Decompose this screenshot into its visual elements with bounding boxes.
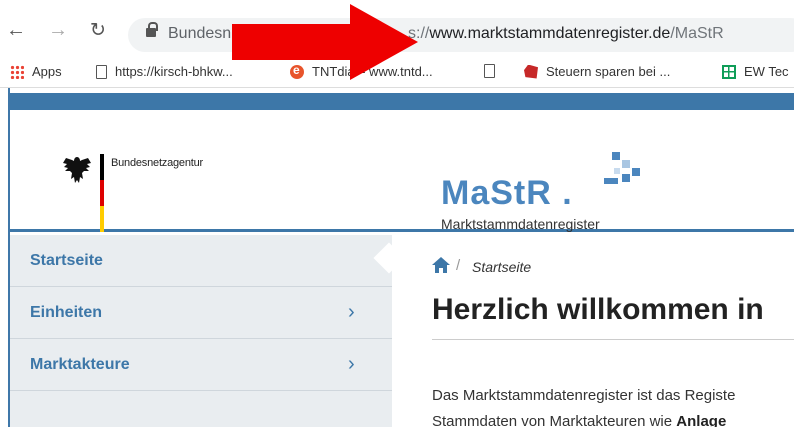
bookmark-kirsch[interactable]: https://kirsch-bhkw... [96, 64, 233, 79]
sidebar-item-einheiten[interactable]: Einheiten › [10, 287, 392, 339]
home-icon[interactable] [432, 257, 450, 273]
sidebar-item-label: Startseite [30, 252, 103, 269]
chevron-right-icon: › [348, 353, 355, 375]
top-band [10, 93, 794, 110]
sidebar-nav: Startseite Einheiten › Marktakteure › [10, 235, 405, 427]
bookmark-label: Steuern sparen bei ... [546, 64, 671, 79]
breadcrumb: Startseite [472, 259, 532, 275]
annotation-arrow-icon [232, 4, 418, 80]
sidebar-item-label: Marktakteure [30, 356, 130, 373]
web-page: Bundesnetzagentur MaStR . Marktstammdate… [8, 88, 794, 427]
divider [432, 339, 794, 340]
bookmark-label: Apps [32, 64, 62, 79]
bookmark-label: EW Tec [744, 64, 789, 79]
federal-eagle-icon [63, 157, 91, 183]
lock-icon[interactable] [146, 22, 158, 37]
sidebar-item-marktakteure[interactable]: Marktakteure › [10, 339, 392, 391]
apps-icon [10, 64, 24, 79]
sheets-icon [722, 64, 736, 79]
logo-dot: . [562, 174, 573, 212]
bookmark-ew-tec[interactable]: EW Tec [722, 64, 789, 79]
page-icon [484, 64, 495, 78]
page-title: Herzlich willkommen in [432, 293, 764, 326]
site-name: Bundesn [168, 25, 232, 42]
url-text[interactable]: s://www.marktstammdatenregister.de/MaStR [408, 25, 724, 43]
mastr-logo[interactable]: MaStR . [441, 174, 573, 213]
intro-line-1: Das Marktstammdatenregister ist das Regi… [432, 387, 736, 404]
url-path: /MaStR [670, 25, 724, 42]
agency-name: Bundesnetzagentur [111, 157, 204, 169]
url-host: www.marktstammdatenregister.de [429, 25, 671, 42]
page-icon [96, 64, 107, 79]
logo-squares-icon [604, 152, 640, 184]
reload-icon[interactable]: ↻ [90, 21, 106, 40]
main-content: / Startseite Herzlich willkommen in Das … [392, 235, 794, 427]
intro-paragraph: Das Marktstammdatenregister ist das Regi… [432, 383, 735, 427]
intro-line-2-bold: Anlage [676, 413, 727, 427]
bookmark-steuern[interactable]: Steuern sparen bei ... [524, 64, 670, 79]
bookmark-label: https://kirsch-bhkw... [115, 64, 233, 79]
logo-text: MaStR [441, 174, 552, 212]
logo-subtitle: Marktstammdatenregister [441, 216, 600, 232]
bookmark-apps[interactable]: Apps [10, 64, 62, 79]
german-flag-bar [100, 154, 104, 232]
site-header: Bundesnetzagentur MaStR . Marktstammdate… [10, 110, 794, 232]
intro-line-2: Stammdaten von Marktakteuren wie Anlage [432, 409, 735, 427]
bookmark-untitled[interactable] [484, 64, 503, 78]
sidebar-item-startseite[interactable]: Startseite [10, 235, 392, 287]
chevron-right-icon: › [348, 301, 355, 323]
steuern-icon [524, 64, 538, 79]
intro-line-2-text: Stammdaten von Marktakteuren wie [432, 413, 677, 427]
breadcrumb-separator: / [456, 257, 461, 274]
sidebar-item-label: Einheiten [30, 304, 103, 321]
forward-arrow-icon[interactable]: → [48, 20, 68, 40]
back-arrow-icon[interactable]: ← [6, 20, 26, 40]
